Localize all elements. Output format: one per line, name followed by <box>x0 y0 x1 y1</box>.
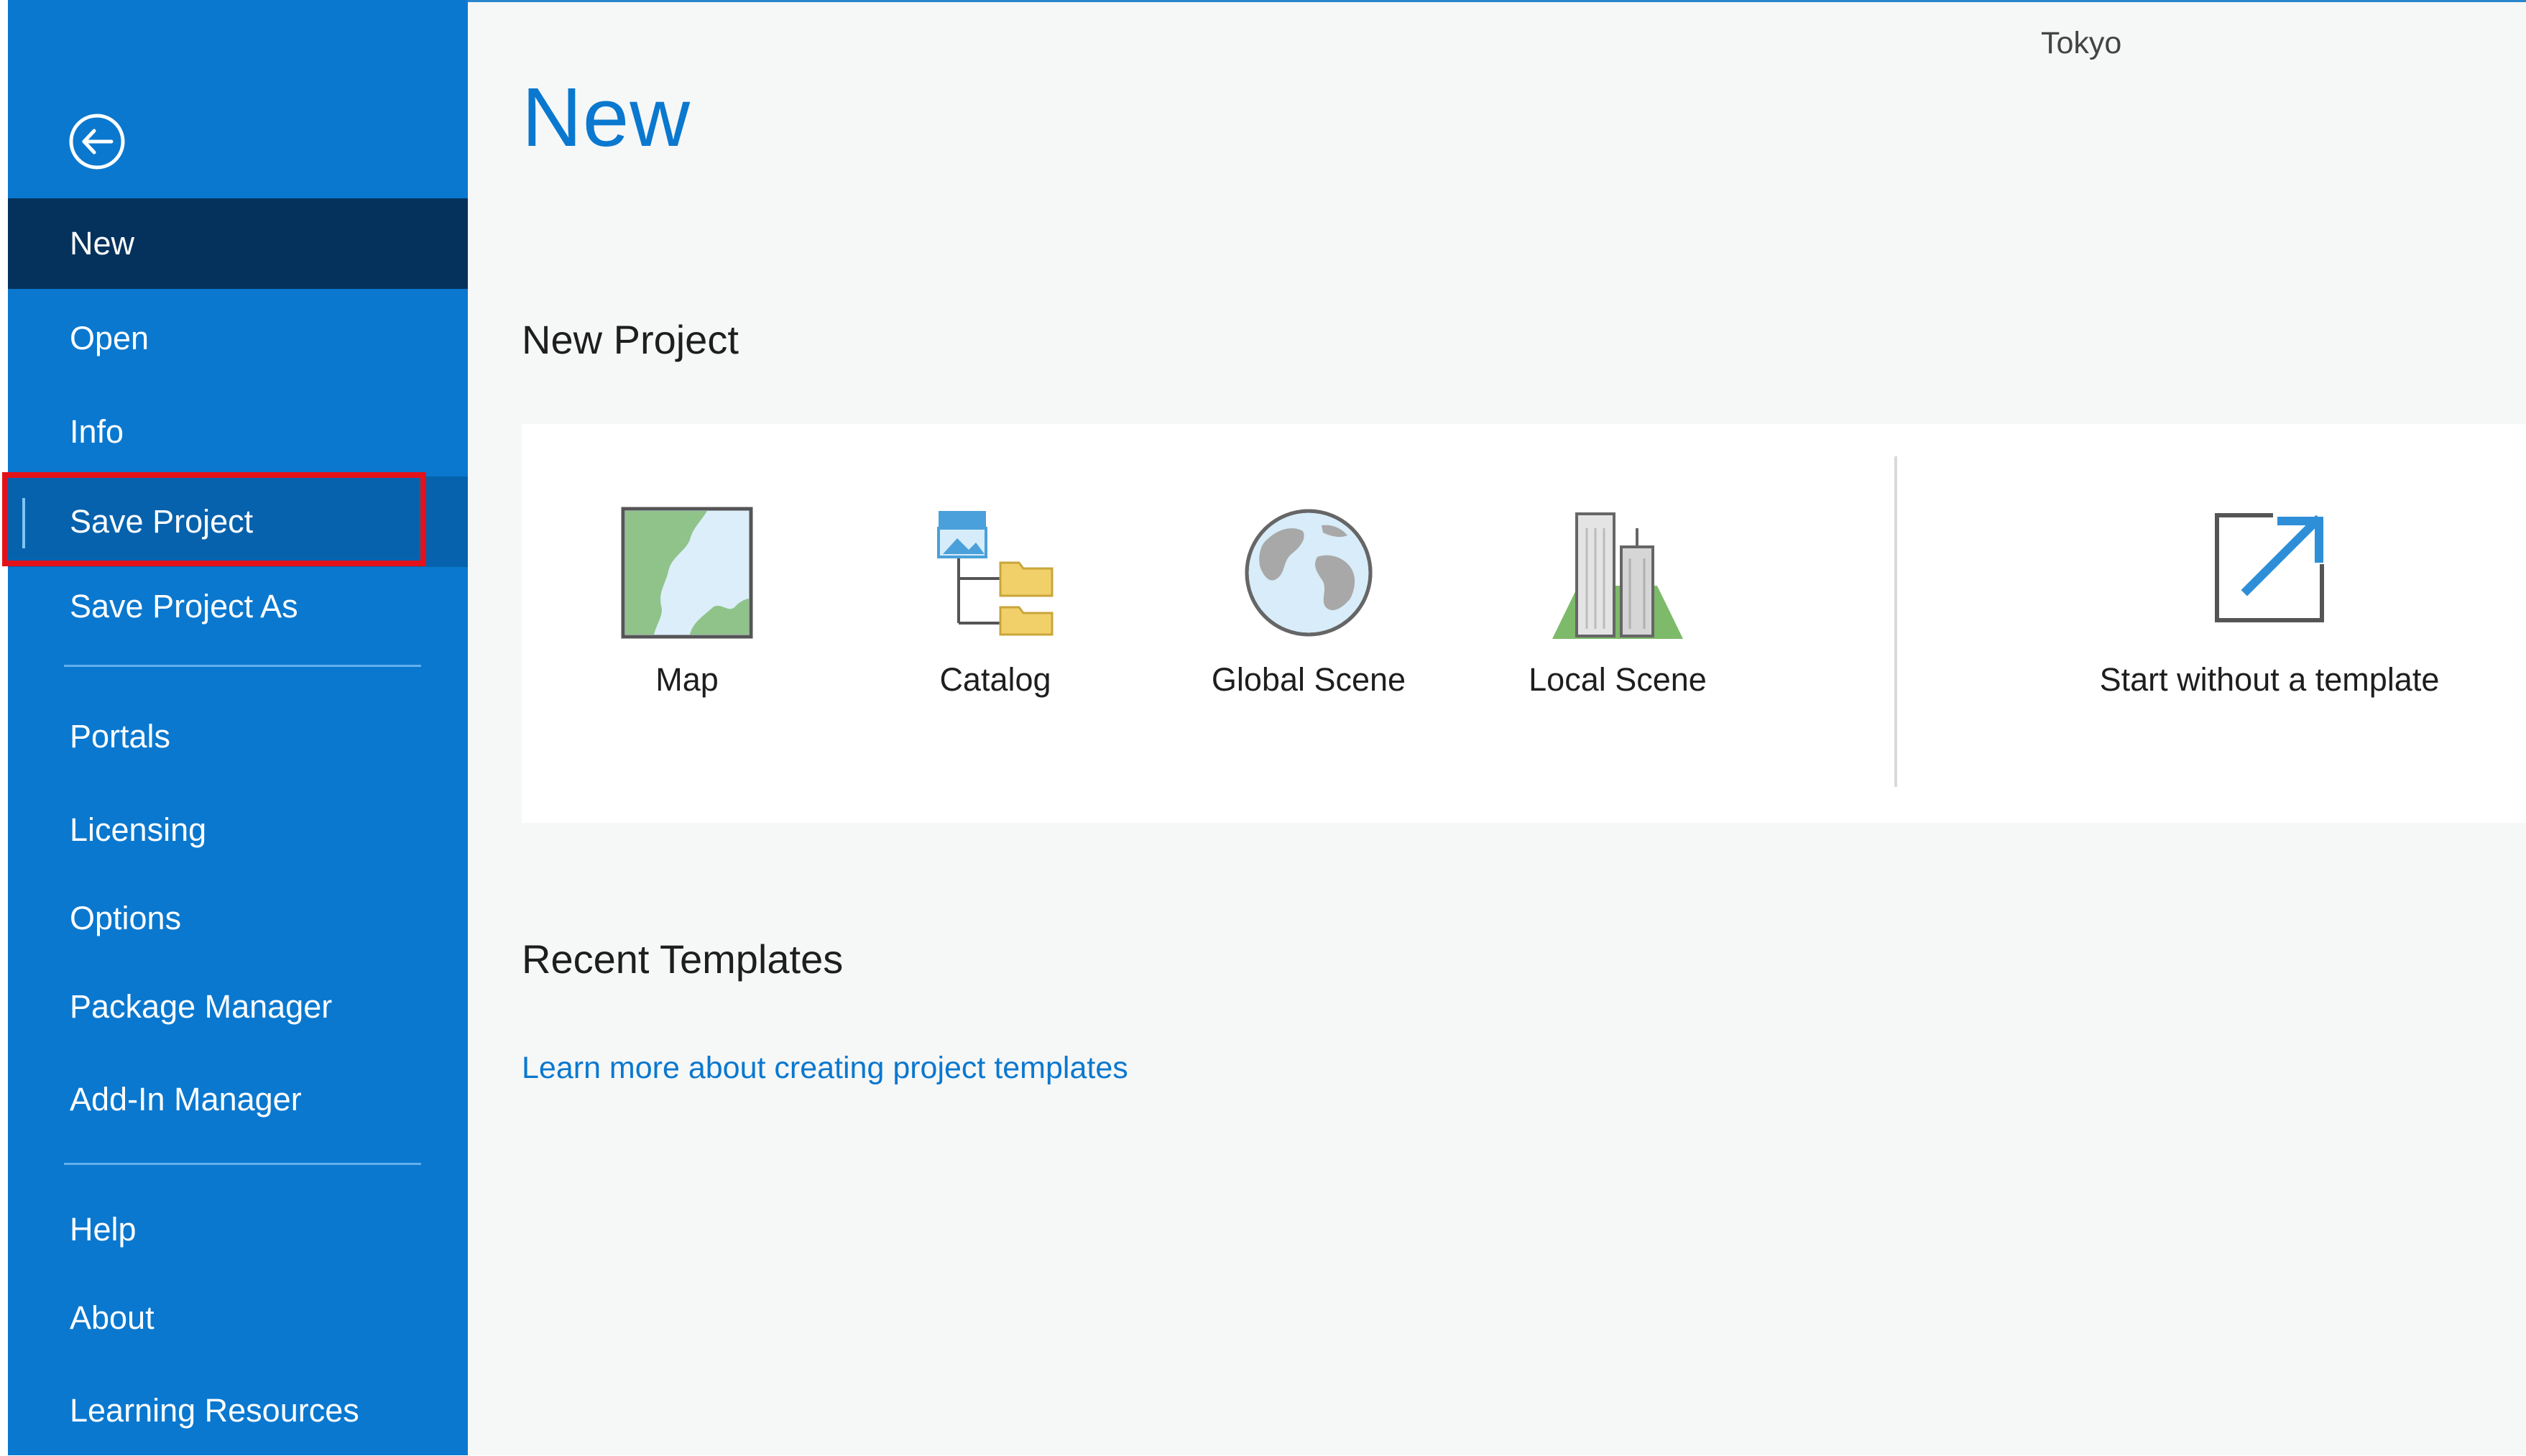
sidebar-item-label: Open <box>70 320 149 356</box>
sidebar-item-info[interactable]: Info <box>8 387 468 477</box>
learn-more-link[interactable]: Learn more about creating project templa… <box>522 1051 1128 1086</box>
sidebar-item-save-project-as[interactable]: Save Project As <box>8 561 468 652</box>
tile-global-scene[interactable]: Global Scene <box>1136 507 1481 722</box>
sidebar-item-label: About <box>70 1299 155 1336</box>
sidebar-item-label: Save Project <box>70 503 254 540</box>
sidebar-item-save-project[interactable]: Save Project <box>8 476 468 567</box>
external-arrow-icon <box>2208 507 2331 629</box>
window-left-edge <box>0 0 8 1455</box>
tile-label: Local Scene <box>1529 661 1707 698</box>
tile-start-without-template[interactable]: Start without a template <box>2018 507 2521 722</box>
sidebar-divider <box>64 665 421 667</box>
sidebar-item-options[interactable]: Options <box>8 873 468 964</box>
sidebar-item-label: Licensing <box>70 811 207 848</box>
map-icon <box>621 507 753 639</box>
tile-local-scene[interactable]: Local Scene <box>1445 507 1790 722</box>
catalog-icon <box>934 507 1056 636</box>
tile-label: Start without a template <box>2099 661 2440 698</box>
sidebar-item-label: New <box>70 225 135 262</box>
sidebar-item-label: Add-In Manager <box>70 1081 302 1118</box>
sidebar-item-package-manager[interactable]: Package Manager <box>8 962 468 1052</box>
sidebar-item-portals[interactable]: Portals <box>8 691 468 782</box>
sidebar-item-open[interactable]: Open <box>8 293 468 384</box>
card-divider <box>1894 456 1897 787</box>
sidebar-item-label: Save Project As <box>70 588 298 625</box>
recent-templates-heading: Recent Templates <box>522 936 844 982</box>
sidebar-item-about[interactable]: About <box>8 1273 468 1363</box>
sidebar-item-learning-resources[interactable]: Learning Resources <box>8 1365 468 1456</box>
sidebar-divider <box>64 1163 421 1165</box>
sidebar-item-new[interactable]: New <box>8 198 468 289</box>
sidebar-item-label: Package Manager <box>70 988 333 1025</box>
sidebar-item-label: Help <box>70 1211 137 1248</box>
backstage-view: New Open Info Save Project Save Project … <box>0 0 2526 1455</box>
tile-label: Global Scene <box>1211 661 1406 698</box>
sidebar-item-add-in-manager[interactable]: Add-In Manager <box>8 1054 468 1145</box>
sidebar-item-help[interactable]: Help <box>8 1184 468 1275</box>
tile-catalog[interactable]: Catalog <box>823 507 1168 722</box>
backstage-sidebar: New Open Info Save Project Save Project … <box>8 0 468 1455</box>
location-label: Tokyo <box>2041 26 2122 60</box>
sidebar-item-label: Learning Resources <box>70 1392 359 1429</box>
sidebar-item-licensing[interactable]: Licensing <box>8 785 468 875</box>
sidebar-item-label: Options <box>70 900 182 936</box>
tile-label: Catalog <box>939 661 1051 698</box>
back-arrow-circle-icon[interactable] <box>68 113 126 170</box>
page-title: New <box>522 70 691 164</box>
sidebar-item-label: Portals <box>70 718 171 755</box>
new-project-card: Map Catalog Global Scene Local Scene Sta… <box>522 424 2526 823</box>
hover-indicator <box>22 498 25 548</box>
new-project-heading: New Project <box>522 317 739 362</box>
globe-icon <box>1243 507 1375 639</box>
buildings-icon <box>1549 507 1686 643</box>
sidebar-item-label: Info <box>70 413 124 450</box>
